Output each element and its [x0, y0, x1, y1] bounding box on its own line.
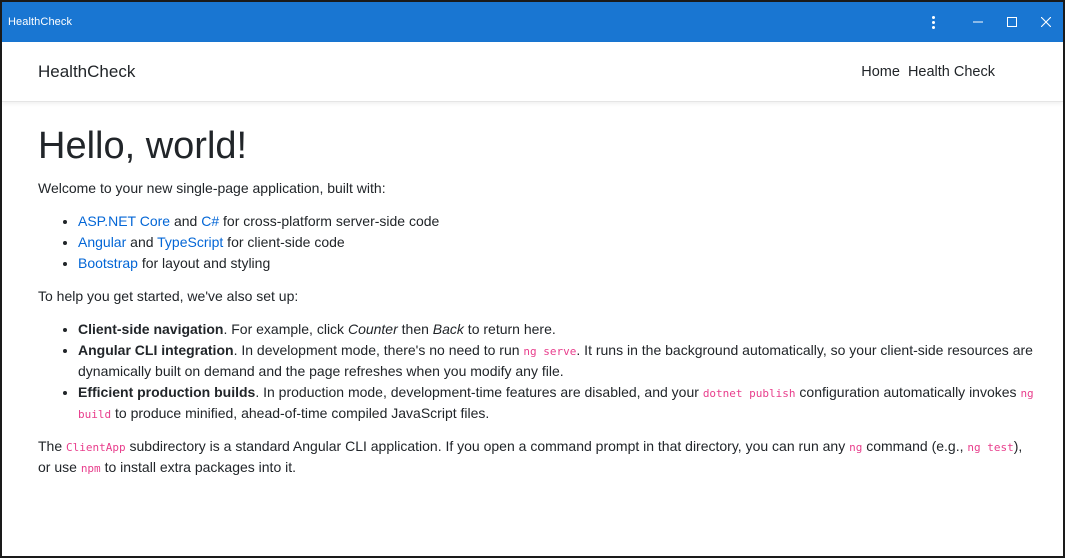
code-snippet: ng serve	[523, 344, 577, 358]
list-item: Client-side navigation. For example, cli…	[78, 319, 1038, 340]
bootstrap-link[interactable]: Bootstrap	[78, 255, 138, 271]
setup-intro-text: To help you get started, we've also set …	[38, 287, 299, 304]
csharp-link[interactable]: C#	[201, 213, 219, 229]
nav-link-home[interactable]: Home	[861, 64, 900, 80]
code-snippet: ng test	[967, 440, 1014, 454]
code-snippet: ng	[849, 440, 863, 454]
minimize-button[interactable]	[961, 2, 995, 42]
nav-link-health-check[interactable]: Health Check	[908, 64, 995, 80]
angular-link[interactable]: Angular	[78, 234, 126, 250]
list-item: Efficient production builds. In producti…	[78, 382, 1038, 424]
code-snippet: ClientApp	[66, 440, 126, 454]
maximize-button[interactable]	[995, 2, 1029, 42]
window-title: HealthCheck	[8, 16, 73, 28]
page-heading: Hello, world!	[38, 125, 248, 167]
nav-links: Home Health Check	[853, 64, 1063, 80]
feature-title: Angular CLI integration	[78, 341, 234, 358]
kebab-menu-icon	[931, 15, 935, 29]
navbar-brand[interactable]: HealthCheck	[2, 62, 135, 82]
close-button[interactable]	[1029, 2, 1063, 42]
intro-text: Welcome to your new single-page applicat…	[38, 179, 386, 196]
minimize-icon	[973, 21, 983, 23]
feature-title: Client-side navigation	[78, 320, 224, 337]
aspnet-core-link[interactable]: ASP.NET Core	[78, 213, 170, 229]
footer-text: The ClientApp subdirectory is a standard…	[38, 437, 1023, 475]
features-list: Client-side navigation. For example, cli…	[38, 319, 1038, 424]
code-snippet: npm	[80, 461, 101, 475]
list-item: ASP.NET Core and C# for cross-platform s…	[78, 211, 1038, 232]
top-navbar: HealthCheck Home Health Check	[2, 42, 1063, 102]
code-snippet: dotnet publish	[702, 386, 796, 400]
feature-title: Efficient production builds	[78, 383, 256, 400]
app-window: HealthCheck HealthCheck Home Health Chec…	[0, 0, 1065, 558]
typescript-link[interactable]: TypeScript	[157, 234, 223, 250]
window-menu-button[interactable]	[919, 2, 947, 42]
close-icon	[1041, 17, 1051, 27]
built-with-list: ASP.NET Core and C# for cross-platform s…	[38, 211, 1038, 274]
title-bar: HealthCheck	[2, 0, 1063, 42]
maximize-icon	[1007, 17, 1017, 27]
list-item: Bootstrap for layout and styling	[78, 253, 1038, 274]
list-item: Angular and TypeScript for client-side c…	[78, 232, 1038, 253]
window-controls	[919, 2, 1063, 42]
main-content: Hello, world! Welcome to your new single…	[38, 120, 1038, 490]
list-item: Angular CLI integration. In development …	[78, 340, 1038, 382]
